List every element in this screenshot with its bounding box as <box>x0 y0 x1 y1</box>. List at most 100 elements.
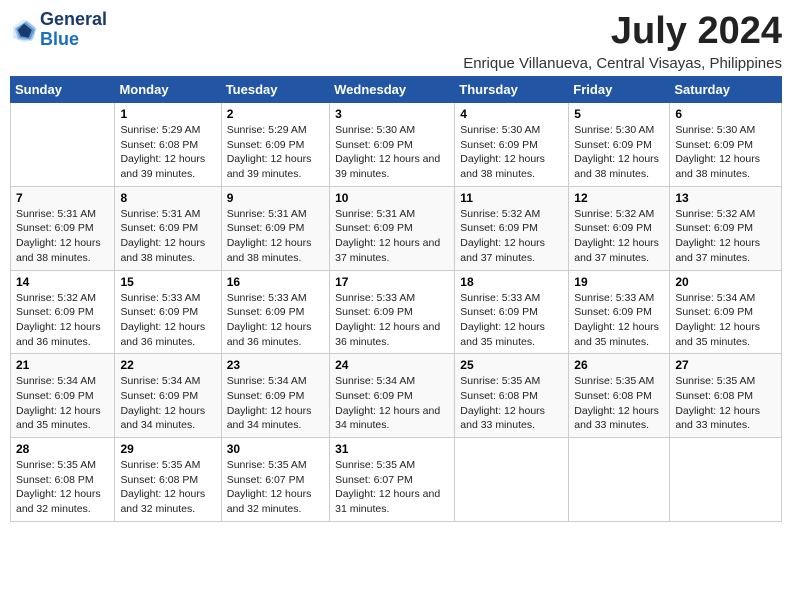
calendar-cell: 4 Sunrise: 5:30 AM Sunset: 6:09 PM Daylig… <box>455 103 569 187</box>
page-title: July 2024 <box>463 10 782 53</box>
calendar-cell <box>455 438 569 522</box>
cell-info: Sunrise: 5:34 AM Sunset: 6:09 PM Dayligh… <box>335 374 449 433</box>
calendar-cell: 3 Sunrise: 5:30 AM Sunset: 6:09 PM Daylig… <box>330 103 455 187</box>
calendar-cell: 28 Sunrise: 5:35 AM Sunset: 6:08 PM Dayli… <box>11 438 115 522</box>
cell-date: 20 <box>675 275 776 289</box>
weekday-header: Friday <box>569 77 670 103</box>
cell-date: 21 <box>16 358 109 372</box>
cell-date: 17 <box>335 275 449 289</box>
logo: General Blue <box>10 10 107 50</box>
calendar-cell: 21 Sunrise: 5:34 AM Sunset: 6:09 PM Dayli… <box>11 354 115 438</box>
logo-icon <box>10 16 38 44</box>
cell-date: 12 <box>574 191 664 205</box>
weekday-header: Sunday <box>11 77 115 103</box>
title-block: July 2024 Enrique Villanueva, Central Vi… <box>463 10 782 72</box>
calendar-cell: 6 Sunrise: 5:30 AM Sunset: 6:09 PM Daylig… <box>670 103 782 187</box>
calendar-cell: 31 Sunrise: 5:35 AM Sunset: 6:07 PM Dayli… <box>330 438 455 522</box>
cell-date: 31 <box>335 442 449 456</box>
cell-date: 26 <box>574 358 664 372</box>
cell-date: 1 <box>120 107 215 121</box>
cell-info: Sunrise: 5:30 AM Sunset: 6:09 PM Dayligh… <box>460 123 563 182</box>
calendar-cell <box>11 103 115 187</box>
cell-date: 18 <box>460 275 563 289</box>
page-subtitle: Enrique Villanueva, Central Visayas, Phi… <box>463 55 782 72</box>
cell-info: Sunrise: 5:32 AM Sunset: 6:09 PM Dayligh… <box>16 291 109 350</box>
calendar-cell: 8Sunrise: 5:31 AM Sunset: 6:09 PM Daylig… <box>115 186 221 270</box>
calendar-cell: 2 Sunrise: 5:29 AM Sunset: 6:09 PM Daylig… <box>221 103 329 187</box>
calendar-cell: 10Sunrise: 5:31 AM Sunset: 6:09 PM Dayli… <box>330 186 455 270</box>
calendar-week-row: 7Sunrise: 5:31 AM Sunset: 6:09 PM Daylig… <box>11 186 782 270</box>
cell-info: Sunrise: 5:35 AM Sunset: 6:07 PM Dayligh… <box>335 458 449 517</box>
cell-info: Sunrise: 5:34 AM Sunset: 6:09 PM Dayligh… <box>227 374 324 433</box>
cell-info: Sunrise: 5:34 AM Sunset: 6:09 PM Dayligh… <box>120 374 215 433</box>
cell-info: Sunrise: 5:33 AM Sunset: 6:09 PM Dayligh… <box>120 291 215 350</box>
weekday-header: Saturday <box>670 77 782 103</box>
calendar-cell: 25 Sunrise: 5:35 AM Sunset: 6:08 PM Dayli… <box>455 354 569 438</box>
calendar-cell: 16 Sunrise: 5:33 AM Sunset: 6:09 PM Dayli… <box>221 270 329 354</box>
cell-date: 19 <box>574 275 664 289</box>
cell-date: 10 <box>335 191 449 205</box>
cell-info: Sunrise: 5:33 AM Sunset: 6:09 PM Dayligh… <box>227 291 324 350</box>
cell-date: 9 <box>227 191 324 205</box>
cell-date: 24 <box>335 358 449 372</box>
cell-info: Sunrise: 5:35 AM Sunset: 6:08 PM Dayligh… <box>574 374 664 433</box>
cell-date: 4 <box>460 107 563 121</box>
cell-info: Sunrise: 5:32 AM Sunset: 6:09 PM Dayligh… <box>675 207 776 266</box>
page-header: General Blue July 2024 Enrique Villanuev… <box>10 10 782 72</box>
cell-info: Sunrise: 5:30 AM Sunset: 6:09 PM Dayligh… <box>675 123 776 182</box>
calendar-cell: 7Sunrise: 5:31 AM Sunset: 6:09 PM Daylig… <box>11 186 115 270</box>
calendar-week-row: 14Sunrise: 5:32 AM Sunset: 6:09 PM Dayli… <box>11 270 782 354</box>
cell-date: 29 <box>120 442 215 456</box>
calendar-cell: 22 Sunrise: 5:34 AM Sunset: 6:09 PM Dayli… <box>115 354 221 438</box>
cell-date: 6 <box>675 107 776 121</box>
calendar-cell: 14Sunrise: 5:32 AM Sunset: 6:09 PM Dayli… <box>11 270 115 354</box>
cell-info: Sunrise: 5:29 AM Sunset: 6:08 PM Dayligh… <box>120 123 215 182</box>
cell-date: 3 <box>335 107 449 121</box>
calendar-cell: 11Sunrise: 5:32 AM Sunset: 6:09 PM Dayli… <box>455 186 569 270</box>
cell-info: Sunrise: 5:33 AM Sunset: 6:09 PM Dayligh… <box>574 291 664 350</box>
cell-info: Sunrise: 5:33 AM Sunset: 6:09 PM Dayligh… <box>460 291 563 350</box>
calendar-week-row: 21 Sunrise: 5:34 AM Sunset: 6:09 PM Dayli… <box>11 354 782 438</box>
calendar-cell: 29 Sunrise: 5:35 AM Sunset: 6:08 PM Dayli… <box>115 438 221 522</box>
cell-date: 30 <box>227 442 324 456</box>
cell-date: 8 <box>120 191 215 205</box>
weekday-header: Thursday <box>455 77 569 103</box>
cell-date: 22 <box>120 358 215 372</box>
cell-date: 13 <box>675 191 776 205</box>
calendar-cell: 18 Sunrise: 5:33 AM Sunset: 6:09 PM Dayli… <box>455 270 569 354</box>
calendar-cell: 19 Sunrise: 5:33 AM Sunset: 6:09 PM Dayli… <box>569 270 670 354</box>
cell-info: Sunrise: 5:30 AM Sunset: 6:09 PM Dayligh… <box>335 123 449 182</box>
cell-date: 23 <box>227 358 324 372</box>
cell-info: Sunrise: 5:32 AM Sunset: 6:09 PM Dayligh… <box>574 207 664 266</box>
cell-info: Sunrise: 5:35 AM Sunset: 6:08 PM Dayligh… <box>16 458 109 517</box>
calendar-cell: 5Sunrise: 5:30 AM Sunset: 6:09 PM Daylig… <box>569 103 670 187</box>
weekday-header: Wednesday <box>330 77 455 103</box>
cell-info: Sunrise: 5:31 AM Sunset: 6:09 PM Dayligh… <box>16 207 109 266</box>
cell-info: Sunrise: 5:29 AM Sunset: 6:09 PM Dayligh… <box>227 123 324 182</box>
logo-line1: General <box>40 9 107 29</box>
calendar-cell: 24 Sunrise: 5:34 AM Sunset: 6:09 PM Dayli… <box>330 354 455 438</box>
cell-info: Sunrise: 5:35 AM Sunset: 6:08 PM Dayligh… <box>120 458 215 517</box>
weekday-header: Monday <box>115 77 221 103</box>
cell-info: Sunrise: 5:30 AM Sunset: 6:09 PM Dayligh… <box>574 123 664 182</box>
cell-date: 27 <box>675 358 776 372</box>
calendar-cell: 20Sunrise: 5:34 AM Sunset: 6:09 PM Dayli… <box>670 270 782 354</box>
calendar-week-row: 28 Sunrise: 5:35 AM Sunset: 6:08 PM Dayli… <box>11 438 782 522</box>
cell-date: 16 <box>227 275 324 289</box>
weekday-header: Tuesday <box>221 77 329 103</box>
calendar-cell: 27Sunrise: 5:35 AM Sunset: 6:08 PM Dayli… <box>670 354 782 438</box>
calendar-week-row: 1 Sunrise: 5:29 AM Sunset: 6:08 PM Daylig… <box>11 103 782 187</box>
calendar-cell <box>670 438 782 522</box>
calendar-cell <box>569 438 670 522</box>
logo-line2: Blue <box>40 29 79 49</box>
cell-info: Sunrise: 5:32 AM Sunset: 6:09 PM Dayligh… <box>460 207 563 266</box>
cell-info: Sunrise: 5:35 AM Sunset: 6:08 PM Dayligh… <box>460 374 563 433</box>
cell-info: Sunrise: 5:31 AM Sunset: 6:09 PM Dayligh… <box>227 207 324 266</box>
calendar-cell: 12 Sunrise: 5:32 AM Sunset: 6:09 PM Dayli… <box>569 186 670 270</box>
cell-date: 28 <box>16 442 109 456</box>
calendar-cell: 26 Sunrise: 5:35 AM Sunset: 6:08 PM Dayli… <box>569 354 670 438</box>
cell-date: 25 <box>460 358 563 372</box>
calendar-cell: 9 Sunrise: 5:31 AM Sunset: 6:09 PM Daylig… <box>221 186 329 270</box>
cell-date: 2 <box>227 107 324 121</box>
cell-info: Sunrise: 5:34 AM Sunset: 6:09 PM Dayligh… <box>16 374 109 433</box>
